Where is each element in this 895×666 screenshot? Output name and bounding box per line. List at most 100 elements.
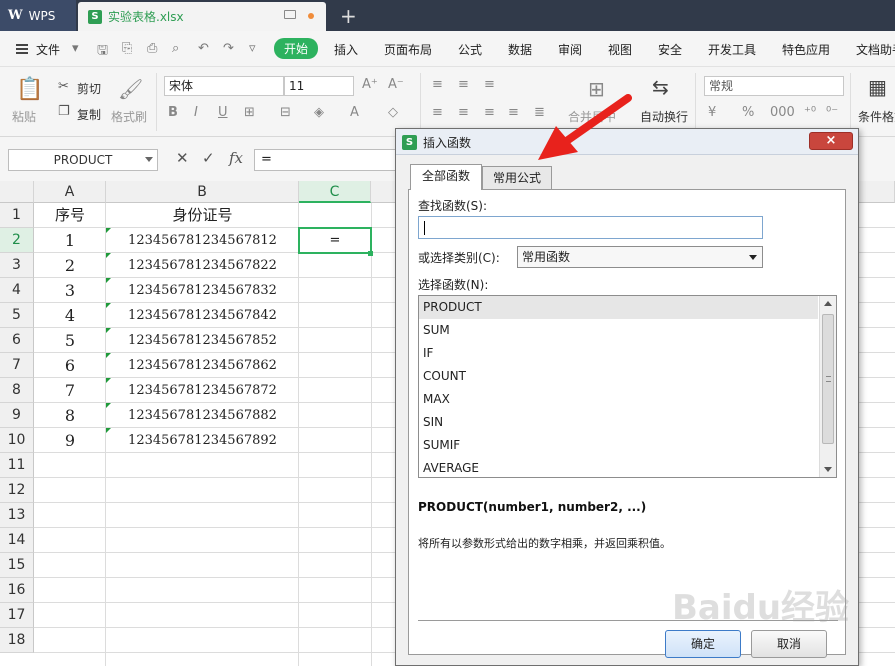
document-tab[interactable]: S 实验表格.xlsx [78,2,326,31]
wrap-text-button[interactable]: 自动换行 [640,108,688,125]
justify-icon[interactable]: ≡ [508,105,519,120]
new-tab-button[interactable]: + [340,4,357,28]
row-header[interactable]: 12 [0,478,34,503]
tab-all-functions[interactable]: 全部函数 [410,164,482,190]
column-header-b[interactable]: B [106,181,299,203]
monitor-icon[interactable] [284,10,296,19]
ok-button[interactable]: 确定 [665,630,741,658]
search-function-input[interactable] [418,216,763,239]
list-item[interactable]: SUMIF [419,434,818,457]
customize-icon[interactable]: ▿ [249,41,256,56]
tab-security[interactable]: 安全 [658,41,682,58]
dropdown-icon[interactable]: ▾ [72,41,79,56]
row-header[interactable]: 2 [0,228,34,253]
fill-color-icon[interactable]: ◈ [314,105,324,120]
table-cell-id[interactable]: 123456781234567882 [106,403,299,428]
format-painter-icon[interactable]: 🖌 [118,77,143,101]
bold-icon[interactable]: B [168,105,178,120]
row-header[interactable]: 6 [0,328,34,353]
table-cell-id[interactable]: 123456781234567812 [106,228,299,253]
chevron-down-icon[interactable] [145,157,153,162]
row-header[interactable]: 7 [0,353,34,378]
conditional-format-icon[interactable]: ▦ [868,75,887,99]
copy-button[interactable]: 复制 [77,106,101,123]
tab-review[interactable]: 审阅 [558,41,582,58]
close-button[interactable]: × [809,132,853,150]
active-cell-c2[interactable]: = [298,227,372,254]
scroll-up-icon[interactable] [824,301,832,306]
border-icon[interactable]: ⊞ [244,105,255,120]
cut-button[interactable]: 剪切 [77,80,101,97]
decrease-decimal-icon[interactable]: ⁰⁻ [826,105,838,120]
row-header[interactable]: 13 [0,503,34,528]
row-header[interactable]: 4 [0,278,34,303]
list-item[interactable]: SUM [419,319,818,342]
tab-developer[interactable]: 开发工具 [708,41,756,58]
table-cell-seq[interactable]: 9 [34,428,106,453]
list-item[interactable]: COUNT [419,365,818,388]
tab-formulas[interactable]: 公式 [458,41,482,58]
align-right-icon[interactable]: ≡ [484,105,495,120]
table-cell-seq[interactable]: 1 [34,228,106,253]
fx-icon[interactable]: fx [229,149,243,167]
tab-special[interactable]: 特色应用 [782,41,830,58]
table-cell-seq[interactable]: 5 [34,328,106,353]
row-header[interactable]: 10 [0,428,34,453]
number-format-select[interactable]: 常规 [704,76,844,96]
row-header[interactable]: 18 [0,628,34,653]
list-scrollbar[interactable] [819,296,836,477]
table-cell-id[interactable]: 123456781234567822 [106,253,299,278]
cancel-button[interactable]: 取消 [751,630,827,658]
font-color-icon[interactable]: A [350,105,359,120]
scroll-down-icon[interactable] [824,467,832,472]
list-item[interactable]: IF [419,342,818,365]
row-header[interactable]: 11 [0,453,34,478]
undo-icon[interactable]: ↶ [198,41,209,56]
row-header[interactable]: 15 [0,553,34,578]
table-cell-id[interactable]: 123456781234567842 [106,303,299,328]
row-header[interactable]: 9 [0,403,34,428]
table-cell-seq[interactable]: 6 [34,353,106,378]
row-header[interactable]: 3 [0,253,34,278]
table-cell-id[interactable]: 123456781234567872 [106,378,299,403]
tab-home[interactable]: 开始 [274,38,319,59]
function-list[interactable]: PRODUCT SUM IF COUNT MAX SIN SUMIF AVERA… [418,295,837,478]
align-left-icon[interactable]: ≡ [432,105,443,120]
table-cell-seq[interactable]: 8 [34,403,106,428]
fill-handle[interactable] [368,251,373,256]
wps-home-tab[interactable]: W WPS [0,0,76,31]
row-header[interactable]: 8 [0,378,34,403]
file-menu[interactable]: 文件 [36,41,60,58]
dialog-title-bar[interactable]: S 插入函数 × [396,129,858,155]
header-cell[interactable]: 序号 [34,203,106,228]
cancel-icon[interactable]: ✕ [176,149,189,167]
decrease-font-icon[interactable]: A⁻ [388,77,404,92]
table-cell-id[interactable]: 123456781234567852 [106,328,299,353]
font-size-select[interactable]: 11 [284,76,354,96]
table-cell-id[interactable]: 123456781234567892 [106,428,299,453]
table-cell-id[interactable]: 123456781234567862 [106,353,299,378]
align-bottom-icon[interactable]: ≡ [484,77,495,92]
list-item[interactable]: MAX [419,388,818,411]
list-item[interactable]: PRODUCT [419,296,818,319]
align-center-icon[interactable]: ≡ [458,105,469,120]
format-painter-button[interactable]: 格式刷 [111,108,147,125]
export-pdf-icon[interactable]: ⎘ [122,41,132,56]
distributed-icon[interactable]: ≣ [534,105,545,120]
table-cell-seq[interactable]: 3 [34,278,106,303]
tab-view[interactable]: 视图 [608,41,632,58]
list-item[interactable]: AVERAGE [419,457,818,477]
wrap-text-icon[interactable]: ⇆ [652,75,669,99]
name-box[interactable]: PRODUCT [8,149,158,171]
merge-center-icon[interactable]: ⊞ [588,77,605,101]
align-top-icon[interactable]: ≡ [432,77,443,92]
row-header[interactable]: 1 [0,203,34,228]
formula-input[interactable]: = [254,149,414,171]
merge-center-button[interactable]: 合并居中 [568,108,616,125]
currency-icon[interactable]: ¥ [708,105,716,120]
tab-page-layout[interactable]: 页面布局 [384,41,432,58]
paste-icon[interactable]: 📋 [16,77,43,102]
print-preview-icon[interactable]: ⌕ [172,41,179,56]
row-header[interactable]: 5 [0,303,34,328]
chevron-down-icon[interactable] [749,255,757,260]
